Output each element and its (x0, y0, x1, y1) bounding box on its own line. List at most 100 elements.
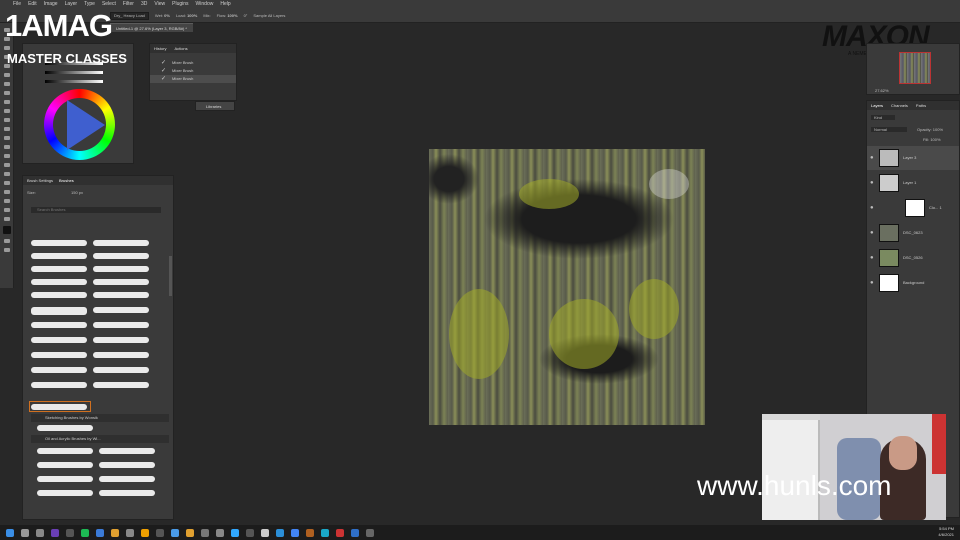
after-effects-icon[interactable] (51, 528, 59, 537)
brush-preset-selected[interactable] (31, 404, 87, 410)
brush-preset[interactable] (93, 240, 149, 246)
eye-icon[interactable]: ● (870, 271, 874, 295)
app-icon[interactable] (201, 528, 209, 537)
app-icon[interactable] (96, 528, 104, 537)
brush-preset[interactable] (99, 462, 155, 468)
clone-stamp-tool-icon[interactable] (3, 109, 10, 113)
shape-tool-icon[interactable] (3, 190, 10, 194)
menu-help[interactable]: Help (220, 0, 230, 9)
brush-preset[interactable] (31, 266, 87, 272)
eye-icon[interactable]: ● (870, 246, 874, 270)
app-icon[interactable] (66, 528, 74, 537)
brush-preset[interactable] (31, 240, 87, 246)
app-icon[interactable] (246, 528, 254, 537)
brush-preset[interactable] (99, 490, 155, 496)
eyedropper-tool-icon[interactable] (3, 82, 10, 86)
brush-preset-dropdown[interactable]: Dry_ Heavy Load (110, 12, 149, 20)
windows-start-icon[interactable] (6, 528, 14, 537)
foreground-color-swatch[interactable] (2, 226, 11, 234)
task-view-icon[interactable] (36, 528, 44, 537)
chrome-icon[interactable] (291, 528, 299, 537)
eye-icon[interactable]: ● (870, 196, 874, 220)
brush-preset[interactable] (93, 307, 149, 313)
brush-preset[interactable] (93, 322, 149, 328)
quick-mask-icon[interactable] (3, 239, 10, 243)
brush-preset[interactable] (37, 476, 93, 482)
brush-preset[interactable] (37, 490, 93, 496)
menu-filter[interactable]: Filter (123, 0, 134, 9)
layer-row-cloud[interactable]: ● Clo... 1 (867, 196, 959, 220)
brush-preset[interactable] (37, 425, 93, 431)
pen-tool-icon[interactable] (3, 163, 10, 167)
navigator-zoom[interactable]: 27.62% (875, 88, 889, 93)
brush-preset[interactable] (37, 462, 93, 468)
opacity-field[interactable]: Opacity: 100% (917, 127, 943, 132)
gradient-tool-icon[interactable] (3, 136, 10, 140)
brushes-scrollbar[interactable] (169, 256, 172, 296)
color-triangle-picker[interactable] (67, 100, 105, 150)
brush-preset[interactable] (93, 279, 149, 285)
app-icon[interactable] (216, 528, 224, 537)
settings-icon[interactable] (261, 528, 269, 537)
brush-preset[interactable] (31, 292, 87, 298)
hand-tool-icon[interactable] (3, 199, 10, 203)
brush-preset[interactable] (93, 253, 149, 259)
tab-brushes[interactable]: Brushes (59, 176, 74, 185)
app-icon[interactable] (336, 528, 344, 537)
lasso-tool-icon[interactable] (3, 46, 10, 50)
wet-field[interactable]: Wet: 0% (155, 9, 170, 22)
libraries-button[interactable]: Libraries (195, 101, 235, 111)
sample-all-checkbox[interactable]: Sample All Layers (253, 9, 285, 22)
brush-preset[interactable] (99, 476, 155, 482)
history-step[interactable]: Mixer Brush (150, 59, 236, 67)
brush-preset[interactable] (31, 279, 87, 285)
brush-preset[interactable] (99, 448, 155, 454)
dodge-tool-icon[interactable] (3, 154, 10, 158)
blend-mode-dropdown[interactable]: Normal (871, 127, 907, 132)
brush-search-input[interactable]: Search Brushes (31, 207, 161, 213)
eye-icon[interactable]: ● (870, 221, 874, 245)
history-brush-tool-icon[interactable] (3, 118, 10, 122)
app-icon[interactable] (366, 528, 374, 537)
color-slider-s[interactable] (45, 71, 103, 74)
tab-layers[interactable]: Layers (871, 101, 883, 110)
brush-preset[interactable] (93, 292, 149, 298)
menu-3d[interactable]: 3D (141, 0, 147, 9)
app-icon[interactable] (306, 528, 314, 537)
app-icon[interactable] (171, 528, 179, 537)
brush-preset[interactable] (93, 266, 149, 272)
photoshop-icon[interactable] (231, 528, 239, 537)
tab-channels[interactable]: Channels (891, 101, 908, 110)
app-icon[interactable] (351, 528, 359, 537)
type-tool-icon[interactable] (3, 172, 10, 176)
healing-tool-icon[interactable] (3, 91, 10, 95)
eraser-tool-icon[interactable] (3, 127, 10, 131)
search-icon[interactable] (21, 528, 29, 537)
menu-view[interactable]: View (154, 0, 165, 9)
more-tools-icon[interactable] (3, 217, 10, 221)
menu-plugins[interactable]: Plugins (172, 0, 188, 9)
layer-filter-dropdown[interactable]: Kind (871, 115, 895, 120)
app-icon[interactable] (156, 528, 164, 537)
brush-preset[interactable] (31, 367, 87, 373)
brush-preset[interactable] (31, 352, 87, 358)
spotify-icon[interactable] (81, 528, 89, 537)
load-field[interactable]: Load: 100% (176, 9, 197, 22)
flow-field[interactable]: Flow: 100% (217, 9, 238, 22)
layer-row-layer-1[interactable]: ● Layer 1 (867, 171, 959, 195)
navigator-thumbnail[interactable] (899, 52, 931, 84)
brush-preset[interactable] (37, 448, 93, 454)
zoom-tool-icon[interactable] (3, 208, 10, 212)
angle-field[interactable]: 0° (244, 9, 248, 22)
app-icon[interactable] (126, 528, 134, 537)
document-canvas[interactable] (429, 149, 705, 425)
app-icon[interactable] (321, 528, 329, 537)
document-tab[interactable]: Untitled-1 @ 27.6% (Layer 3, RGB/8#) * (110, 23, 193, 32)
vlc-icon[interactable] (141, 528, 149, 537)
history-step[interactable]: Mixer Brush (150, 67, 236, 75)
tab-history[interactable]: History (154, 44, 166, 53)
brush-preset[interactable] (93, 337, 149, 343)
layer-row-background[interactable]: ● Background (867, 271, 959, 295)
tab-actions[interactable]: Actions (174, 44, 187, 53)
brush-preset[interactable] (31, 382, 87, 388)
